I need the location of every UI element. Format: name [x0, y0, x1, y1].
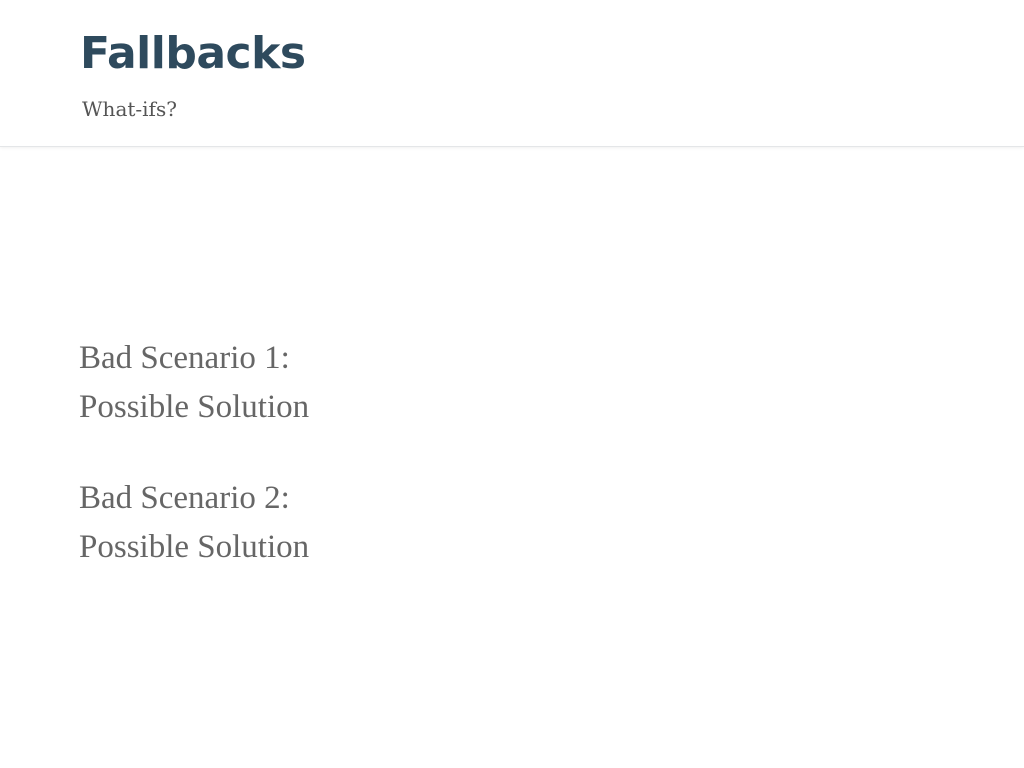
slide-header: Fallbacks What-ifs? [0, 0, 1024, 147]
scenario-1-problem: Bad Scenario 1: [79, 340, 290, 376]
scenario-2-solution: Possible Solution [79, 529, 310, 565]
slide-subtitle: What-ifs? [82, 97, 177, 121]
slide-content: Bad Scenario 1: Possible Solution Bad Sc… [79, 334, 939, 614]
scenario-1: Bad Scenario 1: Possible Solution [79, 334, 939, 432]
slide-title: Fallbacks [80, 28, 306, 79]
scenario-1-solution: Possible Solution [79, 389, 310, 425]
scenario-2: Bad Scenario 2: Possible Solution [79, 474, 939, 572]
slide: Fallbacks What-ifs? Bad Scenario 1: Poss… [0, 0, 1024, 768]
scenario-2-problem: Bad Scenario 2: [79, 480, 290, 516]
